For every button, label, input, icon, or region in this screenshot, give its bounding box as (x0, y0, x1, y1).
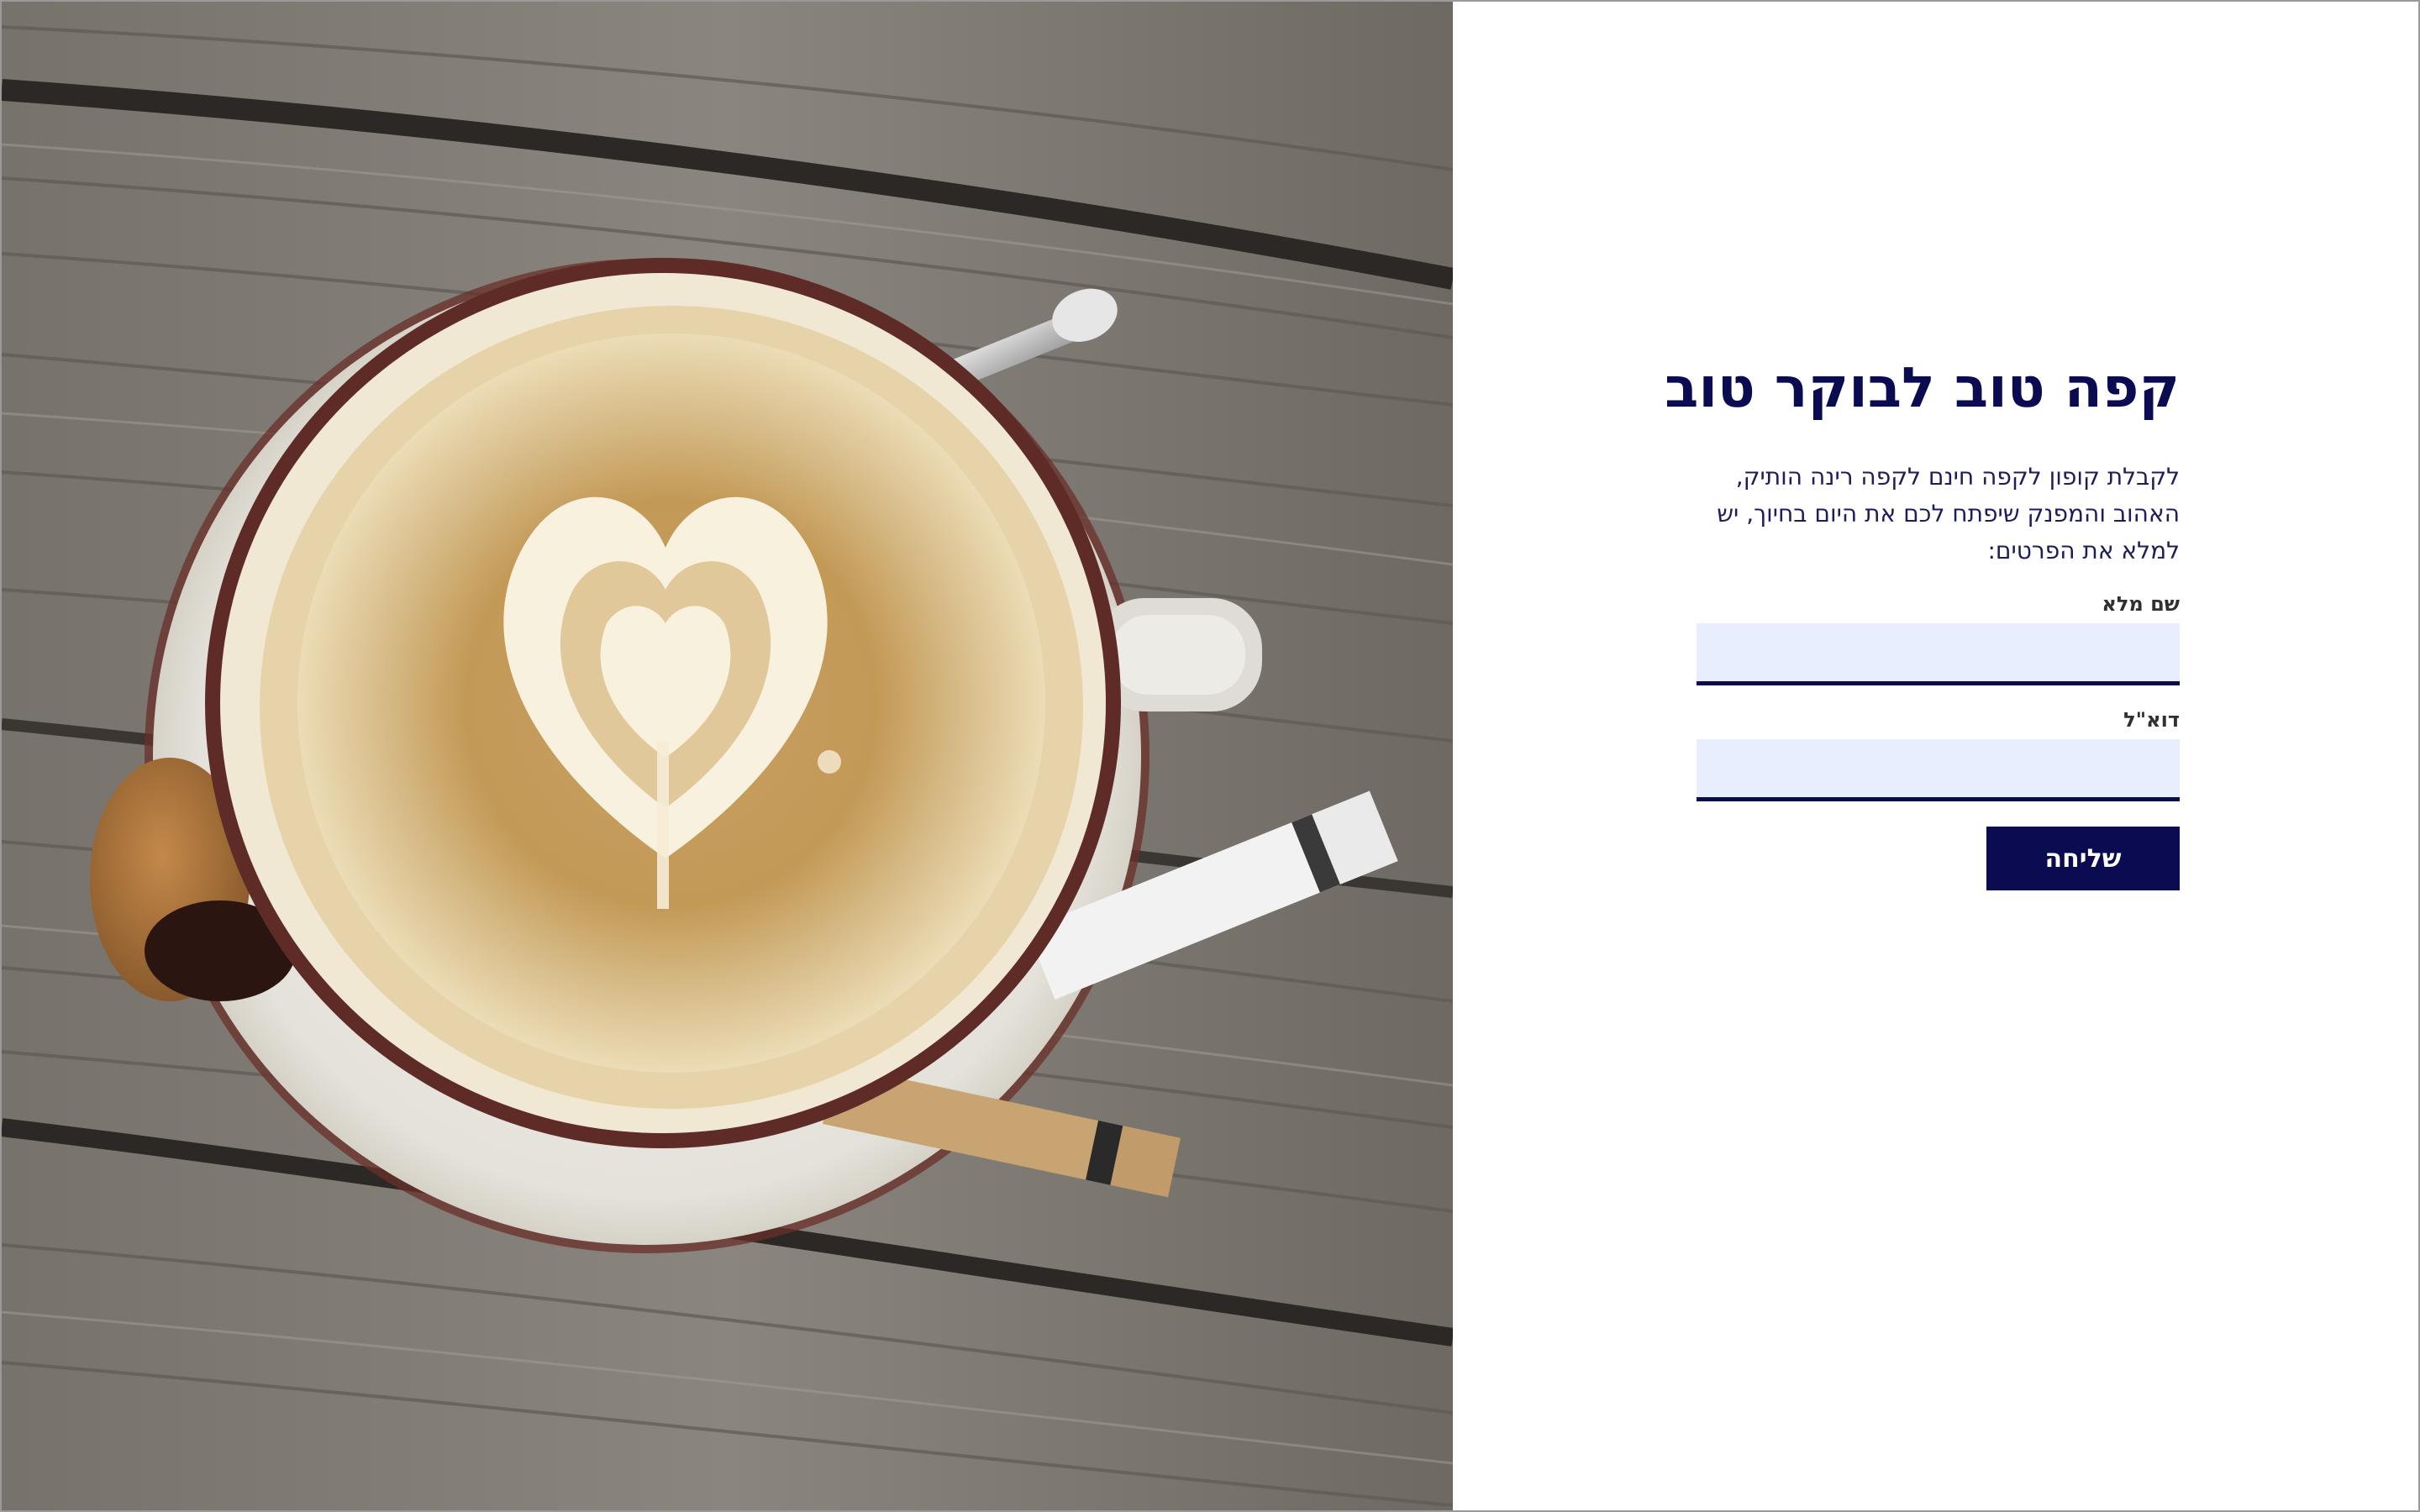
submit-button[interactable]: שליחה (1986, 827, 2180, 890)
name-label: שם מלא (2102, 592, 2180, 616)
coffee-photo (2, 2, 1453, 1510)
form-panel: קפה טוב לבוקר טוב לקבלת קופון לקפה חינם … (1453, 2, 2418, 1510)
coupon-form: קפה טוב לבוקר טוב לקבלת קופון לקפה חינם … (1665, 338, 2180, 890)
form-intro: לקבלת קופון לקפה חינם לקפה רינה הותיק, ה… (1717, 463, 2180, 564)
email-label: דוא"ל (2123, 708, 2180, 732)
form-title: קפה טוב לבוקר טוב (1665, 355, 2180, 420)
hero-image (2, 2, 1453, 1510)
page: קפה טוב לבוקר טוב לקבלת קופון לקפה חינם … (0, 0, 2420, 1512)
email-field[interactable] (1697, 739, 2180, 801)
name-field[interactable] (1697, 623, 2180, 685)
